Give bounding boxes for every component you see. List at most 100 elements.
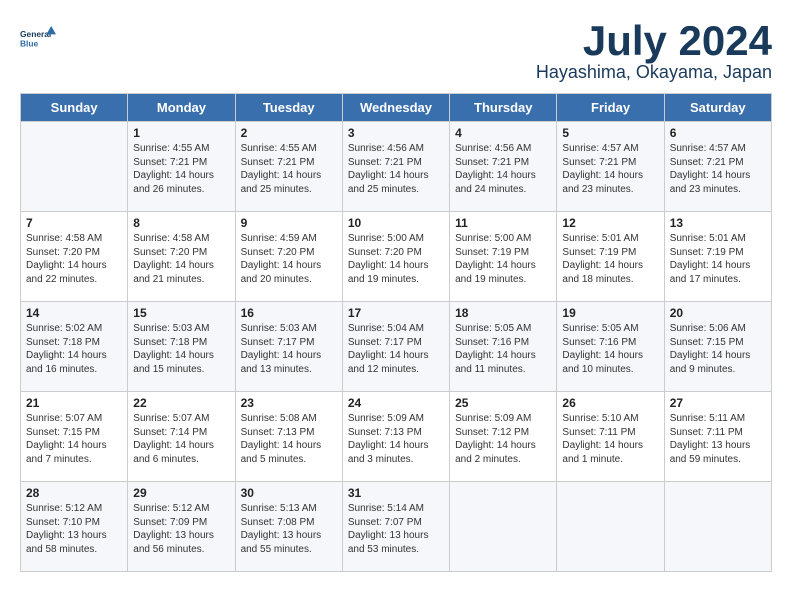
day-number: 20 (670, 306, 766, 320)
cell-content: Sunrise: 4:58 AM Sunset: 7:20 PM Dayligh… (26, 232, 122, 286)
cell-content: Sunrise: 4:57 AM Sunset: 7:21 PM Dayligh… (670, 142, 766, 196)
day-number: 4 (455, 126, 551, 140)
calendar-cell: 30 Sunrise: 5:13 AM Sunset: 7:08 PM Dayli… (235, 482, 342, 572)
cell-content: Sunrise: 5:02 AM Sunset: 7:18 PM Dayligh… (26, 322, 122, 376)
day-number: 24 (348, 396, 444, 410)
calendar-cell: 4 Sunrise: 4:56 AM Sunset: 7:21 PM Daylig… (450, 122, 557, 212)
day-number: 14 (26, 306, 122, 320)
cell-content: Sunrise: 5:05 AM Sunset: 7:16 PM Dayligh… (455, 322, 551, 376)
cell-content: Sunrise: 5:01 AM Sunset: 7:19 PM Dayligh… (562, 232, 658, 286)
day-number: 21 (26, 396, 122, 410)
cell-content: Sunrise: 5:09 AM Sunset: 7:12 PM Dayligh… (455, 412, 551, 466)
day-number: 9 (241, 216, 337, 230)
cell-content: Sunrise: 5:05 AM Sunset: 7:16 PM Dayligh… (562, 322, 658, 376)
calendar-cell: 14 Sunrise: 5:02 AM Sunset: 7:18 PM Dayli… (21, 302, 128, 392)
cell-content: Sunrise: 5:12 AM Sunset: 7:10 PM Dayligh… (26, 502, 122, 556)
day-number: 13 (670, 216, 766, 230)
calendar-cell (557, 482, 664, 572)
cell-content: Sunrise: 4:57 AM Sunset: 7:21 PM Dayligh… (562, 142, 658, 196)
cell-content: Sunrise: 5:07 AM Sunset: 7:14 PM Dayligh… (133, 412, 229, 466)
day-number: 8 (133, 216, 229, 230)
day-header: Sunday (21, 94, 128, 122)
day-number: 23 (241, 396, 337, 410)
cell-content: Sunrise: 4:58 AM Sunset: 7:20 PM Dayligh… (133, 232, 229, 286)
day-number: 10 (348, 216, 444, 230)
calendar-cell: 22 Sunrise: 5:07 AM Sunset: 7:14 PM Dayli… (128, 392, 235, 482)
calendar-cell: 7 Sunrise: 4:58 AM Sunset: 7:20 PM Daylig… (21, 212, 128, 302)
calendar-cell: 16 Sunrise: 5:03 AM Sunset: 7:17 PM Dayli… (235, 302, 342, 392)
calendar-table: SundayMondayTuesdayWednesdayThursdayFrid… (20, 93, 772, 572)
calendar-cell (664, 482, 771, 572)
calendar-cell: 23 Sunrise: 5:08 AM Sunset: 7:13 PM Dayli… (235, 392, 342, 482)
calendar-cell: 28 Sunrise: 5:12 AM Sunset: 7:10 PM Dayli… (21, 482, 128, 572)
cell-content: Sunrise: 5:03 AM Sunset: 7:17 PM Dayligh… (241, 322, 337, 376)
calendar-cell (450, 482, 557, 572)
day-number: 6 (670, 126, 766, 140)
day-header: Friday (557, 94, 664, 122)
day-number: 16 (241, 306, 337, 320)
day-number: 27 (670, 396, 766, 410)
calendar-cell: 26 Sunrise: 5:10 AM Sunset: 7:11 PM Dayli… (557, 392, 664, 482)
cell-content: Sunrise: 5:13 AM Sunset: 7:08 PM Dayligh… (241, 502, 337, 556)
calendar-cell: 5 Sunrise: 4:57 AM Sunset: 7:21 PM Daylig… (557, 122, 664, 212)
day-number: 31 (348, 486, 444, 500)
day-number: 22 (133, 396, 229, 410)
calendar-cell: 13 Sunrise: 5:01 AM Sunset: 7:19 PM Dayli… (664, 212, 771, 302)
logo-svg: General Blue (20, 20, 56, 56)
day-number: 18 (455, 306, 551, 320)
cell-content: Sunrise: 5:09 AM Sunset: 7:13 PM Dayligh… (348, 412, 444, 466)
cell-content: Sunrise: 4:55 AM Sunset: 7:21 PM Dayligh… (241, 142, 337, 196)
page-header: General Blue July 2024 Hayashima, Okayam… (20, 20, 772, 83)
calendar-cell: 27 Sunrise: 5:11 AM Sunset: 7:11 PM Dayli… (664, 392, 771, 482)
calendar-cell: 3Sunrise: 4:56 AM Sunset: 7:21 PM Daylig… (342, 122, 449, 212)
cell-content: Sunrise: 5:11 AM Sunset: 7:11 PM Dayligh… (670, 412, 766, 466)
day-number: 26 (562, 396, 658, 410)
cell-content: Sunrise: 5:10 AM Sunset: 7:11 PM Dayligh… (562, 412, 658, 466)
day-number: 7 (26, 216, 122, 230)
calendar-cell: 21 Sunrise: 5:07 AM Sunset: 7:15 PM Dayli… (21, 392, 128, 482)
cell-content: Sunrise: 4:56 AM Sunset: 7:21 PM Dayligh… (455, 142, 551, 196)
calendar-cell: 19 Sunrise: 5:05 AM Sunset: 7:16 PM Dayli… (557, 302, 664, 392)
day-header: Tuesday (235, 94, 342, 122)
day-number: 30 (241, 486, 337, 500)
cell-content: Sunrise: 4:55 AM Sunset: 7:21 PM Dayligh… (133, 142, 229, 196)
cell-content: Sunrise: 5:07 AM Sunset: 7:15 PM Dayligh… (26, 412, 122, 466)
day-number: 1 (133, 126, 229, 140)
day-number: 17 (348, 306, 444, 320)
cell-content: Sunrise: 4:59 AM Sunset: 7:20 PM Dayligh… (241, 232, 337, 286)
cell-content: Sunrise: 5:01 AM Sunset: 7:19 PM Dayligh… (670, 232, 766, 286)
day-number: 3 (348, 126, 444, 140)
day-number: 2 (241, 126, 337, 140)
day-header: Saturday (664, 94, 771, 122)
cell-content: Sunrise: 5:00 AM Sunset: 7:19 PM Dayligh… (455, 232, 551, 286)
calendar-cell: 31 Sunrise: 5:14 AM Sunset: 7:07 PM Dayli… (342, 482, 449, 572)
calendar-cell: 12Sunrise: 5:01 AM Sunset: 7:19 PM Dayli… (557, 212, 664, 302)
day-header: Thursday (450, 94, 557, 122)
calendar-cell: 20 Sunrise: 5:06 AM Sunset: 7:15 PM Dayli… (664, 302, 771, 392)
day-header: Wednesday (342, 94, 449, 122)
cell-content: Sunrise: 5:12 AM Sunset: 7:09 PM Dayligh… (133, 502, 229, 556)
svg-text:General: General (20, 29, 51, 39)
calendar-cell: 17Sunrise: 5:04 AM Sunset: 7:17 PM Dayli… (342, 302, 449, 392)
title-section: July 2024 Hayashima, Okayama, Japan (536, 20, 772, 83)
calendar-cell: 29Sunrise: 5:12 AM Sunset: 7:09 PM Dayli… (128, 482, 235, 572)
calendar-cell: 24 Sunrise: 5:09 AM Sunset: 7:13 PM Dayli… (342, 392, 449, 482)
day-number: 15 (133, 306, 229, 320)
calendar-cell: 1 Sunrise: 4:55 AM Sunset: 7:21 PM Daylig… (128, 122, 235, 212)
day-number: 5 (562, 126, 658, 140)
location-title: Hayashima, Okayama, Japan (536, 62, 772, 83)
svg-text:Blue: Blue (20, 38, 39, 48)
cell-content: Sunrise: 5:03 AM Sunset: 7:18 PM Dayligh… (133, 322, 229, 376)
calendar-cell: 6 Sunrise: 4:57 AM Sunset: 7:21 PM Daylig… (664, 122, 771, 212)
cell-content: Sunrise: 5:06 AM Sunset: 7:15 PM Dayligh… (670, 322, 766, 376)
cell-content: Sunrise: 5:14 AM Sunset: 7:07 PM Dayligh… (348, 502, 444, 556)
day-header: Monday (128, 94, 235, 122)
cell-content: Sunrise: 5:00 AM Sunset: 7:20 PM Dayligh… (348, 232, 444, 286)
day-number: 28 (26, 486, 122, 500)
day-number: 11 (455, 216, 551, 230)
day-number: 19 (562, 306, 658, 320)
month-title: July 2024 (536, 20, 772, 62)
calendar-cell: 10 Sunrise: 5:00 AM Sunset: 7:20 PM Dayli… (342, 212, 449, 302)
day-number: 25 (455, 396, 551, 410)
cell-content: Sunrise: 5:08 AM Sunset: 7:13 PM Dayligh… (241, 412, 337, 466)
